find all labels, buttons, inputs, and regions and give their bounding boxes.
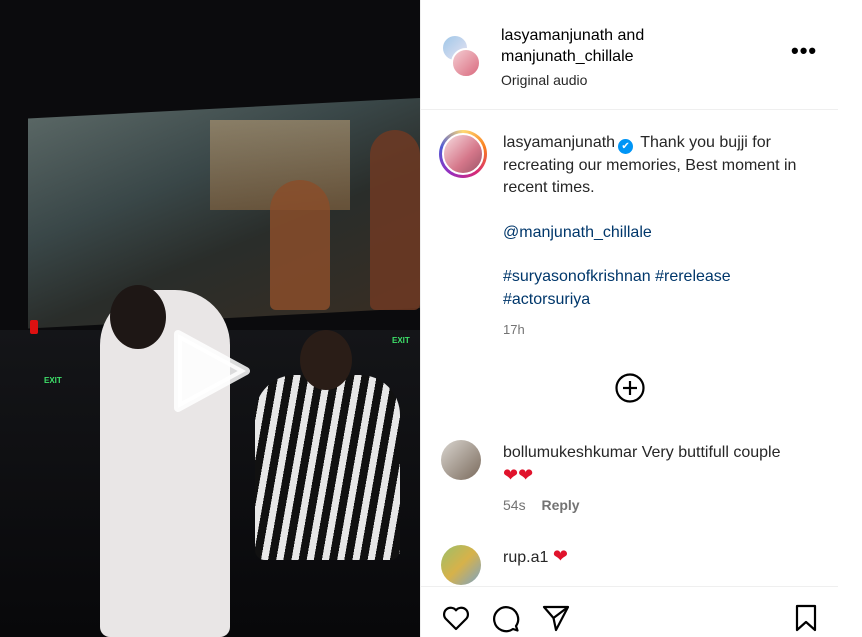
mention-link[interactable]: @manjunath_chillale xyxy=(503,224,652,241)
caption-timestamp: 17h xyxy=(503,322,525,337)
audio-label[interactable]: Original audio xyxy=(501,72,587,88)
exit-sign: EXIT xyxy=(392,336,410,345)
caption-username[interactable]: lasyamanjunath xyxy=(503,134,615,151)
avatar xyxy=(451,48,481,78)
woman-head xyxy=(110,285,166,349)
man-head xyxy=(300,330,352,390)
heart-emoji: ❤❤ xyxy=(503,465,534,485)
header-username-1[interactable]: lasyamanjunath xyxy=(501,27,613,44)
comment-username[interactable]: rup.a1 xyxy=(503,549,548,566)
post-panel: lasyamanjunath and manjunath_chillale Or… xyxy=(420,0,839,637)
bookmark-icon[interactable] xyxy=(791,603,821,633)
plus-circle-icon[interactable] xyxy=(614,372,646,404)
action-bar xyxy=(421,586,839,637)
red-light xyxy=(30,320,38,334)
heart-emoji: ❤ xyxy=(552,546,568,566)
collab-names: lasyamanjunath and manjunath_chillale xyxy=(501,25,644,67)
header-username-2[interactable]: manjunath_chillale xyxy=(501,48,634,65)
play-icon[interactable] xyxy=(172,328,252,414)
header-and: and xyxy=(617,27,645,44)
exit-sign: EXIT xyxy=(44,376,62,385)
screen-figure xyxy=(370,130,420,310)
screen-figure xyxy=(270,180,330,310)
caption-mention-line: @manjunath_chillale xyxy=(503,222,823,245)
post-header: lasyamanjunath and manjunath_chillale Or… xyxy=(421,0,839,110)
collab-avatars[interactable] xyxy=(441,34,481,78)
post-video[interactable]: EXIT EXIT xyxy=(0,0,420,637)
reply-button[interactable]: Reply xyxy=(541,497,579,513)
hashtag-link[interactable]: #actorsuriya xyxy=(503,291,590,308)
verified-badge-icon: ✔ xyxy=(618,139,634,154)
man-figure xyxy=(255,375,400,560)
avatar[interactable] xyxy=(441,545,481,585)
instagram-post: EXIT EXIT lasyamanjunath and manjunath_c… xyxy=(0,0,862,637)
caption-hashtags: #suryasonofkrishnan #rerelease #actorsur… xyxy=(503,266,823,311)
comment-text: bollumukeshkumar Very buttifull couple ❤… xyxy=(503,442,823,488)
more-options-icon[interactable]: ••• xyxy=(791,40,817,62)
hashtag-link[interactable]: #rerelease xyxy=(655,268,731,285)
heart-icon[interactable] xyxy=(441,603,471,633)
avatar xyxy=(442,133,484,175)
comment-body: Very buttifull couple xyxy=(641,444,781,461)
share-icon[interactable] xyxy=(541,603,571,633)
comment-text: rup.a1 ❤ xyxy=(503,545,823,569)
page-edge xyxy=(838,0,862,637)
caption-text: lasyamanjunath ✔ Thank you bujji for recr… xyxy=(503,132,823,311)
hashtag-link[interactable]: #suryasonofkrishnan xyxy=(503,268,651,285)
comment-meta: 54s Reply xyxy=(503,497,592,513)
comment-username[interactable]: bollumukeshkumar xyxy=(503,444,637,461)
comment-timestamp: 54s xyxy=(503,497,526,513)
comment-icon[interactable] xyxy=(491,603,521,633)
caption-avatar[interactable] xyxy=(439,130,487,178)
avatar[interactable] xyxy=(441,440,481,480)
